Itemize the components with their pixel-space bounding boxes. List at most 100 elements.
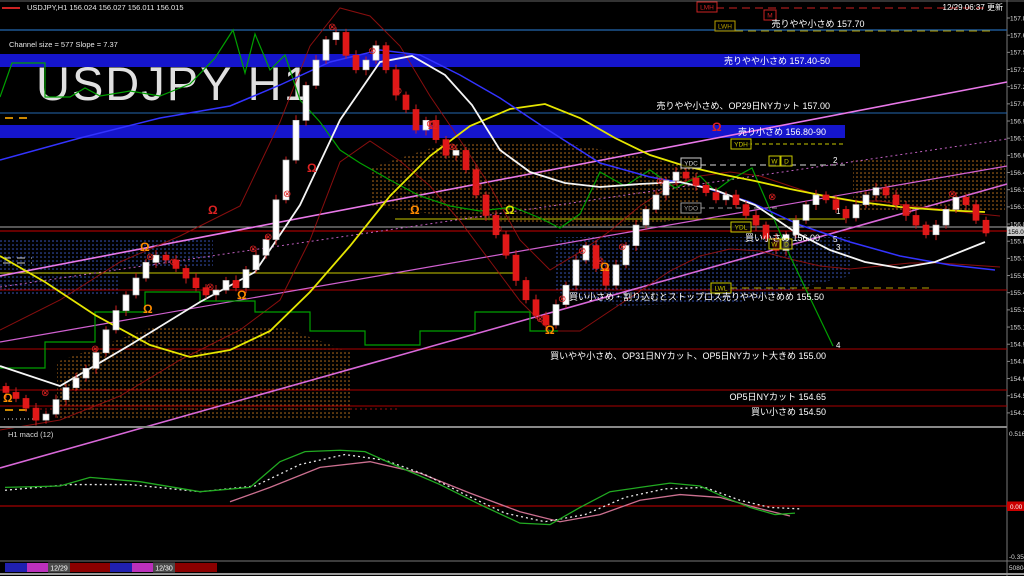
- level-annotation: 買いやや小さめ、OP31日NYカット、OP5日NYカット大きめ 155.00: [550, 350, 826, 361]
- trendline-number: 3: [836, 243, 841, 252]
- macd-indicator-label: H1 macd (12): [8, 430, 54, 439]
- candle-body: [222, 280, 230, 291]
- candle-body: [922, 224, 930, 236]
- label-box-text: LMH: [700, 5, 714, 12]
- candle-body: [12, 392, 20, 399]
- macd-scale-bottom: 50804: [1009, 565, 1024, 572]
- session-layer: 12/29 12/30: [5, 562, 217, 573]
- price-axis-label: 156.605: [1010, 153, 1024, 160]
- chart-canvas[interactable]: USDJPY H1 ΩΩΩΩΩΩΩΩΩΩ ΩΩ⊗⊗⊗ ⊗⊗⊗⊗⊗⊗⊗⊗⊗⊗⊗⊗⊗⊗⊗…: [0, 0, 1024, 576]
- macd-scale-min: -0.351: [1009, 554, 1024, 561]
- level-annotation: 売りやや小さめ、OP29日NYカット 157.00: [656, 100, 830, 111]
- candle-body: [302, 85, 310, 121]
- price-axis-label: 156.905: [1010, 118, 1024, 125]
- price-axis-label: 155.860: [1010, 239, 1024, 246]
- candle-body: [942, 209, 950, 226]
- candle-body: [42, 413, 50, 421]
- level-annotation: 買い小さめ 154.50: [751, 407, 826, 417]
- candle-body: [822, 194, 830, 201]
- label-box-text: LWH: [718, 24, 732, 31]
- level-annotation: 買い小さめ 156.00: [745, 233, 820, 243]
- omega-marker: Ω: [237, 288, 247, 302]
- chart-title-ohlc: USDJPY,H1 156.024 156.027 156.011 156.01…: [27, 3, 184, 12]
- price-axis-label: 154.370: [1010, 410, 1024, 417]
- candle-body: [712, 192, 720, 201]
- omega-marker: Ω: [505, 203, 515, 217]
- label-box-text: YDH: [734, 142, 748, 149]
- session-segment: [5, 563, 27, 572]
- signal-marker: ⊗: [948, 189, 956, 200]
- price-axis-label: 155.565: [1010, 273, 1024, 280]
- level-annotation: 売りやや小さめ 157.70: [771, 18, 864, 29]
- last-update-timestamp: 12/29 06:37 更新: [943, 2, 1003, 12]
- macd-zero-value: 0.00: [1010, 504, 1023, 511]
- trendline-number: 2: [833, 156, 838, 165]
- omega-marker: Ω: [410, 203, 420, 217]
- candle-body: [802, 204, 810, 221]
- macd-layer: [0, 449, 1007, 526]
- signal-marker: ⊗: [448, 142, 456, 153]
- candle-body: [52, 399, 60, 415]
- omega-marker: Ω: [208, 203, 218, 217]
- trading-terminal-window: USDJPY H1 Ω Ω Ω Ω Ω Ω Ω Ω Ω Ω Ω Ω ⊗ ⊗ ⊗ ⊗ ⊗ ⊗ ⊗ ⊗ ⊗ ⊗ ⊗ ⊗ ⊗ ⊗ ⊗ ⊗ ⊗ ⊗…: [0, 0, 1024, 576]
- candle-body: [352, 54, 360, 71]
- level-annotation: OP5日NYカット 154.65: [729, 392, 826, 402]
- signal-marker: ⊗: [394, 86, 402, 97]
- candle-body: [322, 39, 330, 61]
- price-axis-label: 156.160: [1010, 204, 1024, 211]
- candle-body: [32, 407, 40, 421]
- level-annotation: 売りやや小さめ 157.40-50: [724, 55, 830, 66]
- signal-marker: ⊗: [904, 206, 912, 217]
- candle-body: [482, 194, 490, 216]
- candle-body: [182, 268, 190, 279]
- price-axis-label: 154.520: [1010, 393, 1024, 400]
- label-box-text: W: [771, 159, 778, 166]
- candle-body: [62, 387, 70, 401]
- signal-marker: ⊗: [474, 182, 482, 193]
- signal-marker: ⊗: [283, 189, 291, 200]
- signal-marker: ⊗: [768, 192, 776, 203]
- candle-body: [692, 177, 700, 186]
- channel-info-label: Channel size = 577 Slope = 7.37: [9, 40, 118, 49]
- macd-main-line: [4, 449, 796, 526]
- macd-scale-max: 0.516: [1009, 431, 1024, 438]
- session-date-label: 12/30: [155, 566, 173, 573]
- candle-body: [652, 194, 660, 210]
- candle-body: [272, 199, 280, 240]
- symbol-watermark: USDJPY H1: [36, 57, 312, 110]
- signal-marker: ⊗: [656, 176, 664, 187]
- signal-marker: ⊗: [368, 46, 376, 57]
- current-price-value: 156.015: [1008, 229, 1024, 236]
- candle-body: [102, 329, 110, 354]
- signal-marker: ⊗: [578, 246, 586, 257]
- candle-body: [982, 219, 990, 234]
- candle-body: [92, 352, 100, 369]
- price-axis-label: 156.310: [1010, 187, 1024, 194]
- candle-body: [702, 185, 710, 193]
- signal-marker: ⊗: [249, 244, 257, 255]
- candle-body: [252, 254, 260, 270]
- candle-body: [682, 171, 690, 179]
- candle-body: [112, 310, 120, 331]
- label-box-text: D: [784, 159, 789, 166]
- candle-body: [362, 59, 370, 71]
- omega-marker: Ω: [3, 391, 13, 405]
- candle-body: [342, 32, 350, 56]
- signal-marker: ⊗: [264, 232, 272, 243]
- trendline-number: 4: [836, 341, 841, 350]
- price-axis-label: 154.965: [1010, 342, 1024, 349]
- level-annotation: 買い小さめ・割り込むとストップロス売りやや小さめめ 155.50: [569, 291, 824, 302]
- candle-body: [122, 294, 130, 311]
- signal-marker: ⊗: [618, 242, 626, 253]
- signal-marker: ⊗: [426, 119, 434, 130]
- candle-body: [742, 204, 750, 216]
- candle-body: [522, 280, 530, 301]
- signal-marker: ⊗: [206, 282, 214, 293]
- signal-marker: ⊗: [169, 257, 177, 268]
- candle-body: [612, 264, 620, 286]
- candle-body: [892, 194, 900, 205]
- label-box-text: YDL: [735, 225, 748, 232]
- kumo-layer: [0, 142, 1005, 420]
- candle-body: [732, 194, 740, 205]
- candle-body: [192, 277, 200, 289]
